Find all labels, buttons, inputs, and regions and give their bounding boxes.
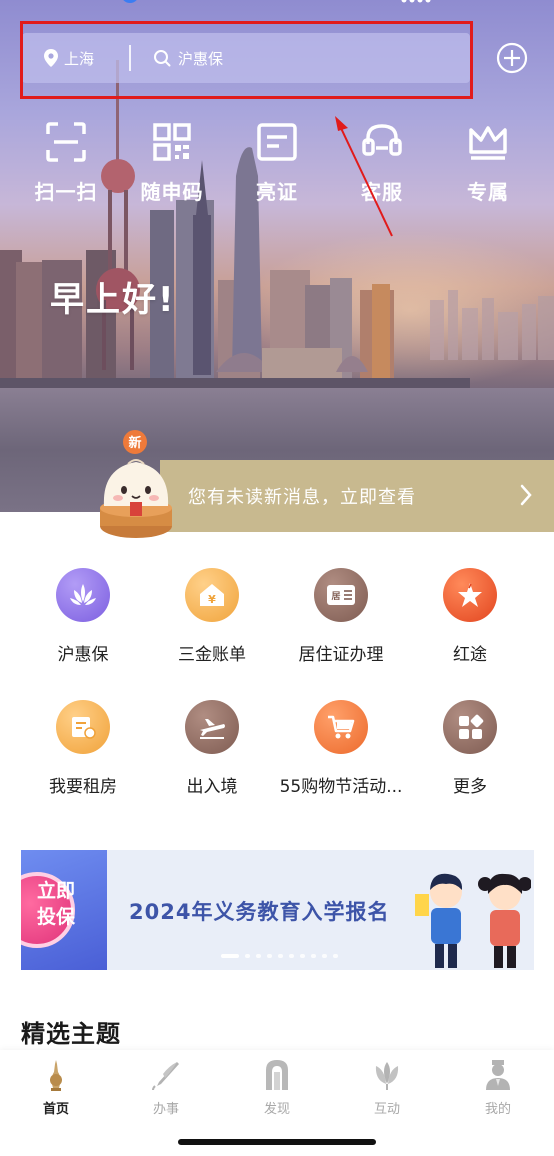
service-sanjin-bill[interactable]: ¥ 三金账单 (147, 568, 277, 665)
service-label: 居住证办理 (298, 645, 384, 665)
greeting-text: 早上好! (50, 280, 176, 320)
service-huhuibao[interactable]: 沪惠保 (18, 568, 148, 665)
svg-text:居: 居 (331, 591, 340, 602)
quick-action-label: 亮证 (256, 180, 298, 204)
residence-card-icon: 居 (314, 568, 368, 622)
service-hongtu[interactable]: 红途 (405, 568, 535, 665)
insurance-badge-text: 立即 投保 (36, 880, 75, 928)
service-label: 55购物节活动... (279, 777, 403, 797)
mascot-dumpling-image: 新 (100, 430, 172, 538)
tab-home[interactable]: 首页 (16, 1058, 96, 1117)
students-illustration (415, 873, 531, 968)
service-label: 更多 (453, 777, 487, 797)
service-residence-permit[interactable]: 居 居住证办理 (276, 568, 406, 665)
tab-profile[interactable]: 我的 (458, 1058, 538, 1117)
tab-label: 办事 (152, 1102, 179, 1117)
lotus-icon (56, 568, 110, 622)
service-label: 沪惠保 (57, 645, 109, 665)
service-label: 三金账单 (178, 645, 246, 665)
tab-services[interactable]: 办事 (126, 1058, 206, 1117)
red-star-icon (443, 568, 497, 622)
magnolia-icon (375, 1062, 399, 1090)
person-icon (486, 1060, 510, 1090)
service-label: 出入境 (186, 777, 238, 797)
svg-text:¥: ¥ (208, 593, 216, 606)
rent-house-icon (56, 700, 110, 754)
status-bar-time (123, 0, 137, 3)
tab-interact[interactable]: 互动 (347, 1058, 427, 1117)
home-indicator (178, 1139, 376, 1145)
airplane-icon (185, 700, 239, 754)
new-badge-text: 新 (128, 435, 141, 451)
status-bar-indicators (401, 0, 431, 3)
education-enrollment-banner[interactable]: 立即 投保 2024年义务教育入学报名 (21, 850, 534, 970)
certificate-icon (257, 123, 297, 161)
notice-text: 您有未读新消息，立即查看 (188, 487, 416, 508)
quick-action-label: 专属 (467, 180, 509, 204)
customer-service-icon (362, 124, 402, 156)
add-plus-icon[interactable] (496, 42, 528, 74)
tab-discover[interactable]: 发现 (237, 1058, 317, 1117)
tab-label: 首页 (42, 1102, 69, 1117)
quick-action-label: 扫一扫 (34, 180, 98, 204)
quick-action-label: 随申码 (140, 180, 204, 204)
qr-code-icon (153, 123, 191, 161)
quick-action-exclusive[interactable]: 专属 (443, 120, 533, 205)
service-label: 红途 (453, 645, 487, 665)
highlight-annotation-box (20, 21, 473, 99)
discover-gate-icon (266, 1060, 288, 1090)
service-more[interactable]: 更多 (405, 700, 535, 797)
crown-icon (469, 126, 507, 160)
chevron-right-icon (520, 484, 532, 506)
quick-action-service[interactable]: 客服 (337, 120, 427, 205)
unread-message-notice[interactable]: 您有未读新消息，立即查看 (160, 460, 554, 532)
quick-action-qr[interactable]: 随申码 (127, 120, 217, 205)
tab-label: 我的 (484, 1102, 511, 1117)
tab-label: 互动 (373, 1102, 400, 1117)
section-title-featured: 精选主题 (21, 1020, 121, 1048)
service-label: 我要租房 (49, 777, 117, 797)
banner-page-indicator (221, 954, 338, 958)
service-rent-house[interactable]: 我要租房 (18, 700, 148, 797)
service-immigration[interactable]: 出入境 (147, 700, 277, 797)
more-grid-icon (443, 700, 497, 754)
money-house-icon: ¥ (185, 568, 239, 622)
service-shopping-festival[interactable]: 55购物节活动... (276, 700, 406, 797)
shopping-cart-icon (314, 700, 368, 754)
scan-icon (46, 122, 86, 162)
quick-action-scan[interactable]: 扫一扫 (21, 120, 111, 205)
tab-label: 发现 (263, 1102, 290, 1117)
pen-icon (152, 1062, 179, 1091)
banner-title: 2024年义务教育入学报名 (129, 900, 390, 924)
quick-action-label: 客服 (361, 180, 403, 204)
home-icon (50, 1060, 62, 1091)
quick-action-certificate[interactable]: 亮证 (232, 120, 322, 205)
